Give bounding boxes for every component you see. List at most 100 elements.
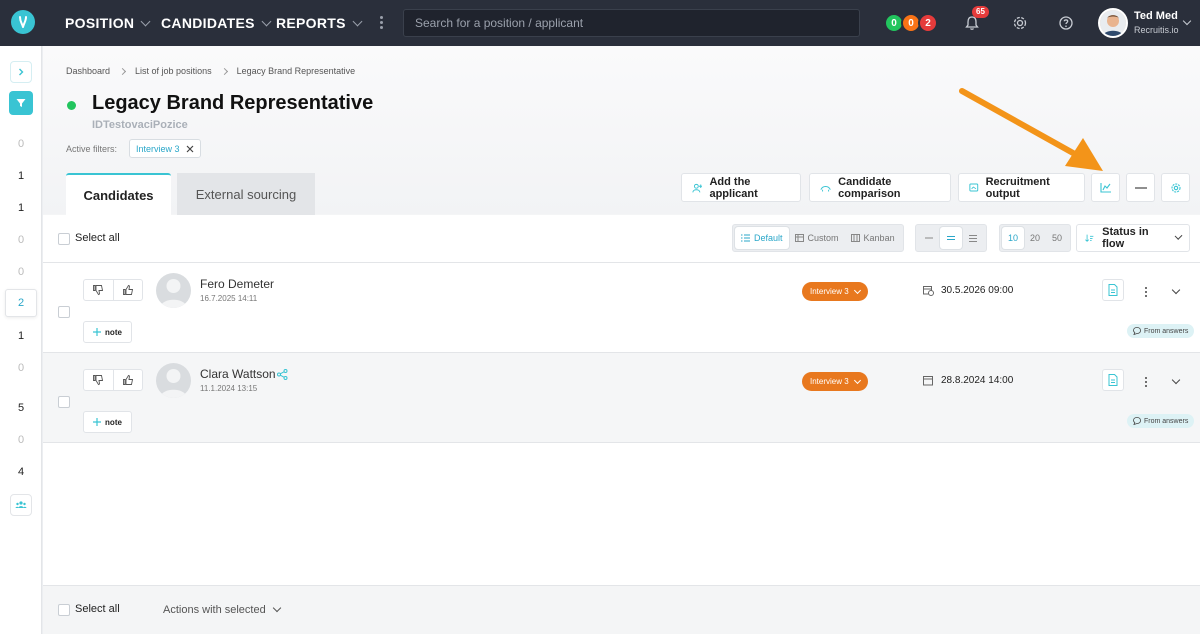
search-input[interactable] <box>403 9 860 37</box>
view-custom[interactable]: Custom <box>789 227 845 249</box>
cv-document-button[interactable] <box>1102 279 1124 301</box>
density-normal[interactable] <box>940 227 962 249</box>
add-user-icon <box>692 183 703 192</box>
gear-icon[interactable] <box>1011 14 1029 32</box>
chevron-down-icon[interactable] <box>1171 285 1181 295</box>
interview-date: 30.5.2026 09:00 <box>923 285 1013 296</box>
left-sidebar: 0 1 1 0 0 2 1 0 5 0 4 <box>0 46 42 634</box>
source-label: From answers <box>1144 327 1189 335</box>
rating-buttons <box>83 369 143 391</box>
chart-icon <box>1099 183 1111 193</box>
stage-badge[interactable]: Interview 3 <box>802 372 868 391</box>
source-badge: From answers <box>1127 324 1195 338</box>
plus-icon <box>93 328 102 336</box>
app-logo-icon[interactable] <box>11 10 35 34</box>
stage-count[interactable]: 0 <box>0 138 42 150</box>
chevron-down-icon <box>140 16 151 26</box>
recruitment-output-button[interactable]: Recruitment output <box>958 173 1085 202</box>
statistics-button[interactable] <box>1091 173 1120 202</box>
calendar-clock-icon <box>923 286 934 296</box>
more-menu-icon[interactable] <box>380 16 384 29</box>
thumbs-down-button[interactable] <box>84 280 113 300</box>
thumbs-up-icon <box>122 374 133 385</box>
stage-count[interactable]: 4 <box>0 466 42 478</box>
row-menu-icon[interactable] <box>1145 377 1148 387</box>
candidate-name[interactable]: Clara Wattson <box>200 367 276 381</box>
stage-count[interactable]: 1 <box>0 170 42 182</box>
document-icon <box>1108 284 1118 296</box>
thumbs-up-button[interactable] <box>112 370 143 390</box>
chevron-right-icon <box>19 68 24 76</box>
stage-count[interactable]: 2 <box>0 297 42 309</box>
status-count-value: 2 <box>925 17 931 29</box>
status-count-value: 0 <box>891 17 897 29</box>
row-checkbox[interactable] <box>58 396 70 408</box>
stage-count[interactable]: 0 <box>0 434 42 446</box>
list-icon <box>741 234 750 242</box>
page-size-10[interactable]: 10 <box>1002 227 1025 249</box>
footer-select-all-checkbox[interactable] <box>58 604 70 616</box>
position-settings-button[interactable] <box>1161 173 1190 202</box>
row-menu-icon[interactable] <box>1145 287 1148 297</box>
collapse-button[interactable] <box>1126 173 1155 202</box>
stage-count[interactable]: 0 <box>0 234 42 246</box>
candidate-name[interactable]: Fero Demeter <box>200 277 274 291</box>
page-size-20[interactable]: 20 <box>1024 227 1046 249</box>
stage-count[interactable]: 5 <box>0 402 42 414</box>
nav-reports[interactable]: REPORTS <box>276 15 363 31</box>
stage-count[interactable]: 1 <box>0 330 42 342</box>
row-checkbox[interactable] <box>58 306 70 318</box>
cv-document-button[interactable] <box>1102 369 1124 391</box>
filter-button[interactable] <box>9 91 33 115</box>
filter-icon <box>16 99 26 107</box>
breadcrumb-job-positions[interactable]: List of job positions <box>135 66 212 76</box>
add-note-button[interactable]: note <box>83 321 132 343</box>
add-note-button[interactable]: note <box>83 411 132 433</box>
help-icon[interactable] <box>1057 14 1075 32</box>
team-button[interactable] <box>10 494 32 516</box>
add-applicant-button[interactable]: Add the applicant <box>681 173 801 202</box>
close-icon[interactable] <box>186 145 194 153</box>
stage-badge[interactable]: Interview 3 <box>802 282 868 301</box>
select-all-checkbox[interactable] <box>58 233 70 245</box>
user-name[interactable]: Ted Med <box>1134 10 1178 22</box>
density-comfortable[interactable] <box>962 227 984 249</box>
sort-dropdown[interactable]: Status in flow <box>1076 224 1190 252</box>
sort-label: Status in flow <box>1102 226 1149 250</box>
scale-icon <box>820 185 831 191</box>
calendar-icon <box>923 376 933 386</box>
chevron-right-icon <box>220 67 228 75</box>
share-icon[interactable] <box>277 369 288 380</box>
footer-select-all-label[interactable]: Select all <box>75 603 120 615</box>
avatar <box>156 363 191 398</box>
add-note-label: note <box>105 417 122 427</box>
stage-count[interactable]: 1 <box>0 202 42 214</box>
thumbs-down-button[interactable] <box>84 370 113 390</box>
view-kanban[interactable]: Kanban <box>845 227 901 249</box>
nav-candidates[interactable]: CANDIDATES <box>161 15 272 31</box>
candidate-comparison-button[interactable]: Candidate comparison <box>809 173 951 202</box>
bulk-actions-dropdown[interactable]: Actions with selected <box>163 603 281 616</box>
chevron-down-icon[interactable] <box>1182 16 1192 26</box>
users-icon <box>15 501 27 508</box>
breadcrumb-dashboard[interactable]: Dashboard <box>66 66 110 76</box>
density-switcher <box>915 224 987 252</box>
user-avatar[interactable] <box>1098 8 1128 38</box>
nav-position[interactable]: POSITION <box>65 15 151 31</box>
candidate-row[interactable]: note Fero Demeter 16.7.2025 14:11 Interv… <box>43 263 1200 353</box>
stage-count[interactable]: 0 <box>0 362 42 374</box>
stage-count[interactable]: 0 <box>0 266 42 278</box>
select-all-label[interactable]: Select all <box>75 232 120 244</box>
status-count-red[interactable]: 2 <box>918 13 938 33</box>
page-size-50[interactable]: 50 <box>1046 227 1068 249</box>
filter-chip[interactable]: Interview 3 <box>129 139 201 158</box>
tab-candidates[interactable]: Candidates <box>66 173 171 215</box>
candidate-row[interactable]: note Clara Wattson 11.1.2024 13:15 Inter… <box>43 353 1200 443</box>
view-default[interactable]: Default <box>735 227 789 249</box>
density-compact[interactable] <box>918 227 940 249</box>
expand-sidebar-button[interactable] <box>10 61 32 83</box>
chevron-down-icon[interactable] <box>1171 375 1181 385</box>
tab-external-sourcing[interactable]: External sourcing <box>177 173 315 215</box>
nav-position-label: POSITION <box>65 15 135 31</box>
thumbs-up-button[interactable] <box>112 280 143 300</box>
